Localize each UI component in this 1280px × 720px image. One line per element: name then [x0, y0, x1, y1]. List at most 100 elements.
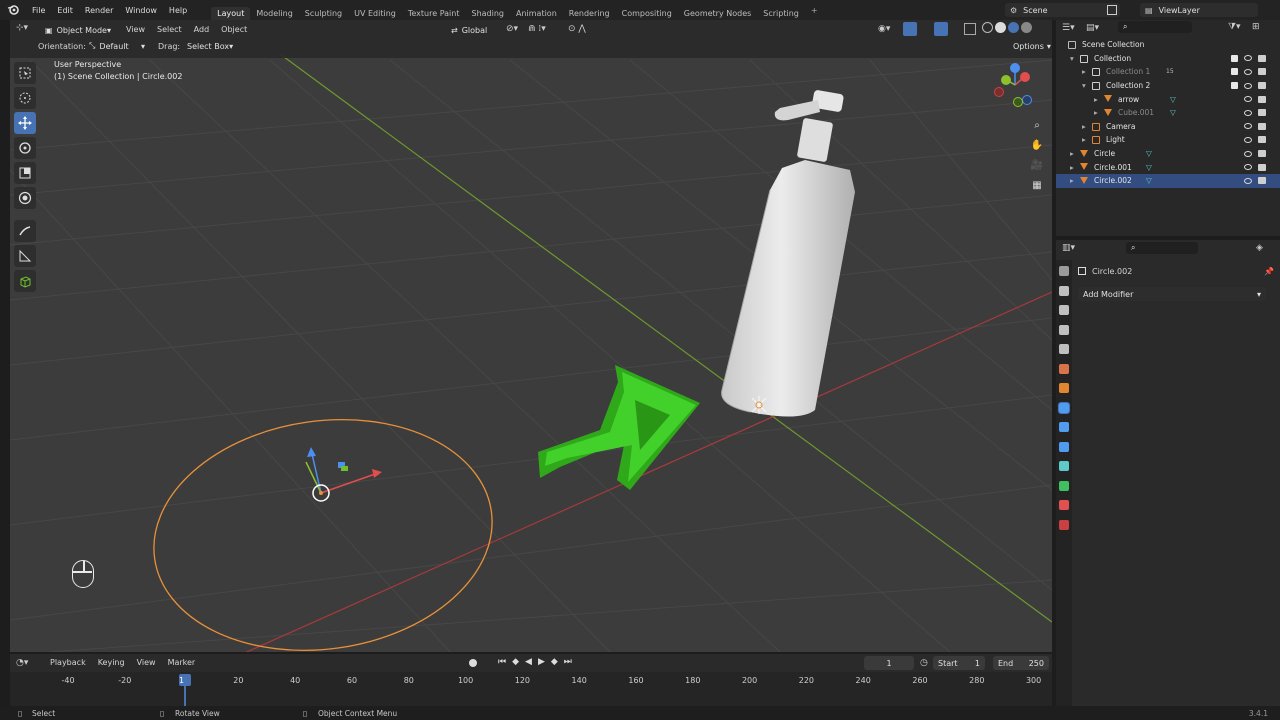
scale-tool[interactable] [14, 162, 36, 184]
visibility-eye-icon[interactable] [1244, 150, 1252, 157]
visibility-eye-icon[interactable] [1244, 136, 1252, 143]
tab-shading[interactable]: Shading [465, 7, 510, 20]
outliner-row[interactable]: ▸ Circle.001 ▽ [1056, 160, 1280, 174]
outliner-row[interactable]: Scene Collection [1056, 38, 1280, 52]
expand-icon[interactable]: ▸ [1082, 135, 1086, 144]
proportional-edit-icon[interactable]: ⊙ ⋀ [568, 24, 586, 34]
rotate-tool[interactable] [14, 137, 36, 159]
visibility-eye-icon[interactable] [1244, 55, 1252, 62]
measure-tool[interactable] [14, 245, 36, 267]
outliner-row[interactable]: ▸ Circle.002 ▽ [1056, 174, 1280, 188]
properties-editor-icon[interactable]: ▥▾ [1062, 243, 1075, 253]
properties-tab-icon[interactable] [1058, 401, 1070, 414]
visibility-icon[interactable]: ◉▾ [878, 24, 890, 34]
annotate-tool[interactable] [14, 220, 36, 242]
properties-tab-icon[interactable] [1059, 285, 1069, 296]
frame-ruler[interactable]: -40 -20 1 20 40 60 80 100 120 140 160 180 200 220 240 2… [10, 654, 1052, 706]
tab-modeling[interactable]: Modeling [250, 7, 298, 20]
mesh-data-icon[interactable]: ▽ [1146, 176, 1152, 185]
mesh-data-icon[interactable]: ▽ [1146, 163, 1152, 172]
outliner-row[interactable]: ▸ Cube.001 ▽ [1056, 106, 1280, 120]
properties-tab-icon[interactable] [1059, 441, 1069, 452]
exclude-checkbox[interactable] [1231, 54, 1238, 62]
render-camera-icon[interactable] [1258, 163, 1266, 171]
expand-icon[interactable]: ▸ [1070, 163, 1074, 172]
outliner-row[interactable]: ▸ Circle ▽ [1056, 147, 1280, 161]
outliner-row[interactable]: ▸ Collection 1 15 [1056, 65, 1280, 79]
visibility-eye-icon[interactable] [1244, 123, 1252, 130]
visibility-eye-icon[interactable] [1244, 109, 1252, 116]
add-modifier-button[interactable]: Add Modifier ▾ [1078, 287, 1266, 301]
pan-view-icon[interactable]: ✋ [1028, 136, 1046, 154]
expand-icon[interactable]: ▸ [1094, 108, 1098, 117]
render-camera-icon[interactable] [1258, 136, 1266, 144]
viewport-menu-view[interactable]: View [120, 25, 151, 34]
tab-rendering[interactable]: Rendering [563, 7, 616, 20]
material-shading-icon[interactable] [1008, 22, 1019, 33]
select-box-tool[interactable] [14, 62, 36, 84]
orientation-selector[interactable]: ⤡ Default ▾ [84, 39, 150, 53]
collapse-icon[interactable]: ▾ [1070, 54, 1074, 63]
expand-icon[interactable]: ▸ [1082, 122, 1086, 131]
render-camera-icon[interactable] [1258, 82, 1266, 90]
zoom-view-icon[interactable]: ⌕ [1028, 116, 1046, 134]
mode-selector[interactable]: ▣ Object Mode ▾ [40, 23, 116, 37]
visibility-eye-icon[interactable] [1244, 96, 1252, 103]
tab-compositing[interactable]: Compositing [616, 7, 678, 20]
pin-icon[interactable]: 📌 [1264, 267, 1274, 276]
properties-tab-icon[interactable] [1059, 480, 1069, 491]
3d-viewport[interactable]: ⌕ ✋ 🎥 ▦ User Perspective (1) Scene Colle… [10, 20, 1052, 652]
tab-texture-paint[interactable]: Texture Paint [402, 7, 466, 20]
move-tool[interactable] [14, 112, 36, 134]
xray-toggle-icon[interactable] [964, 23, 976, 35]
new-collection-icon[interactable]: ⊞ [1252, 22, 1260, 32]
tab-sculpting[interactable]: Sculpting [299, 7, 348, 20]
render-camera-icon[interactable] [1258, 95, 1266, 103]
filter-icon[interactable]: ⧩▾ [1228, 22, 1241, 32]
outliner-row[interactable]: ▾ Collection [1056, 52, 1280, 66]
properties-tab-icon[interactable] [1059, 383, 1069, 393]
viewport-menu-object[interactable]: Object [215, 25, 253, 34]
transform-tool[interactable] [14, 187, 36, 209]
render-camera-icon[interactable] [1258, 177, 1266, 185]
properties-tab-icon[interactable] [1059, 324, 1069, 335]
navigation-gizmo[interactable] [993, 62, 1039, 108]
render-camera-icon[interactable] [1258, 68, 1266, 76]
editor-type-icon[interactable]: ⊹▾ [16, 23, 38, 37]
properties-tab-icon[interactable] [1059, 305, 1069, 315]
properties-tab-icon[interactable] [1059, 461, 1069, 471]
expand-icon[interactable]: ▸ [1070, 149, 1074, 158]
outliner-row[interactable]: ▸ arrow ▽ [1056, 92, 1280, 106]
options-button[interactable]: Options ▾ [1008, 39, 1051, 53]
menu-window[interactable]: Window [119, 6, 163, 15]
drag-selector[interactable]: Select Box ▾ [182, 39, 234, 53]
outliner-editor-icon[interactable]: ☰▾ [1062, 23, 1075, 33]
menu-edit[interactable]: Edit [51, 6, 79, 15]
render-camera-icon[interactable] [1258, 122, 1266, 130]
cursor-tool[interactable] [14, 87, 36, 109]
properties-tab-icon[interactable] [1059, 266, 1069, 276]
transform-orientation-selector[interactable]: ⇄ Global [446, 23, 498, 37]
properties-tab-icon[interactable] [1059, 363, 1069, 374]
properties-tab-icon[interactable] [1059, 422, 1069, 432]
collapse-icon[interactable]: ▾ [1082, 81, 1086, 90]
expand-icon[interactable]: ▸ [1082, 67, 1086, 76]
display-mode-icon[interactable]: ▤▾ [1086, 23, 1099, 33]
visibility-eye-icon[interactable] [1244, 68, 1252, 75]
viewport-menu-select[interactable]: Select [151, 25, 188, 34]
expand-icon[interactable]: ▸ [1070, 176, 1074, 185]
snap-icon[interactable]: ⋒ ⁞▾ [528, 24, 546, 34]
properties-tab-icon[interactable] [1059, 519, 1069, 530]
menu-render[interactable]: Render [79, 6, 119, 15]
properties-options-icon[interactable]: ◈ [1256, 243, 1263, 253]
tab-scripting[interactable]: Scripting [757, 7, 805, 20]
add-workspace-button[interactable]: + [805, 6, 824, 15]
mesh-data-icon[interactable]: ▽ [1170, 108, 1176, 117]
solid-shading-icon[interactable] [995, 22, 1006, 33]
expand-icon[interactable]: ▸ [1094, 95, 1098, 104]
menu-help[interactable]: Help [163, 6, 193, 15]
menu-file[interactable]: File [26, 6, 51, 15]
tab-layout[interactable]: Layout [211, 7, 251, 20]
gizmo-toggle-icon[interactable] [903, 22, 917, 36]
visibility-eye-icon[interactable] [1244, 177, 1252, 184]
